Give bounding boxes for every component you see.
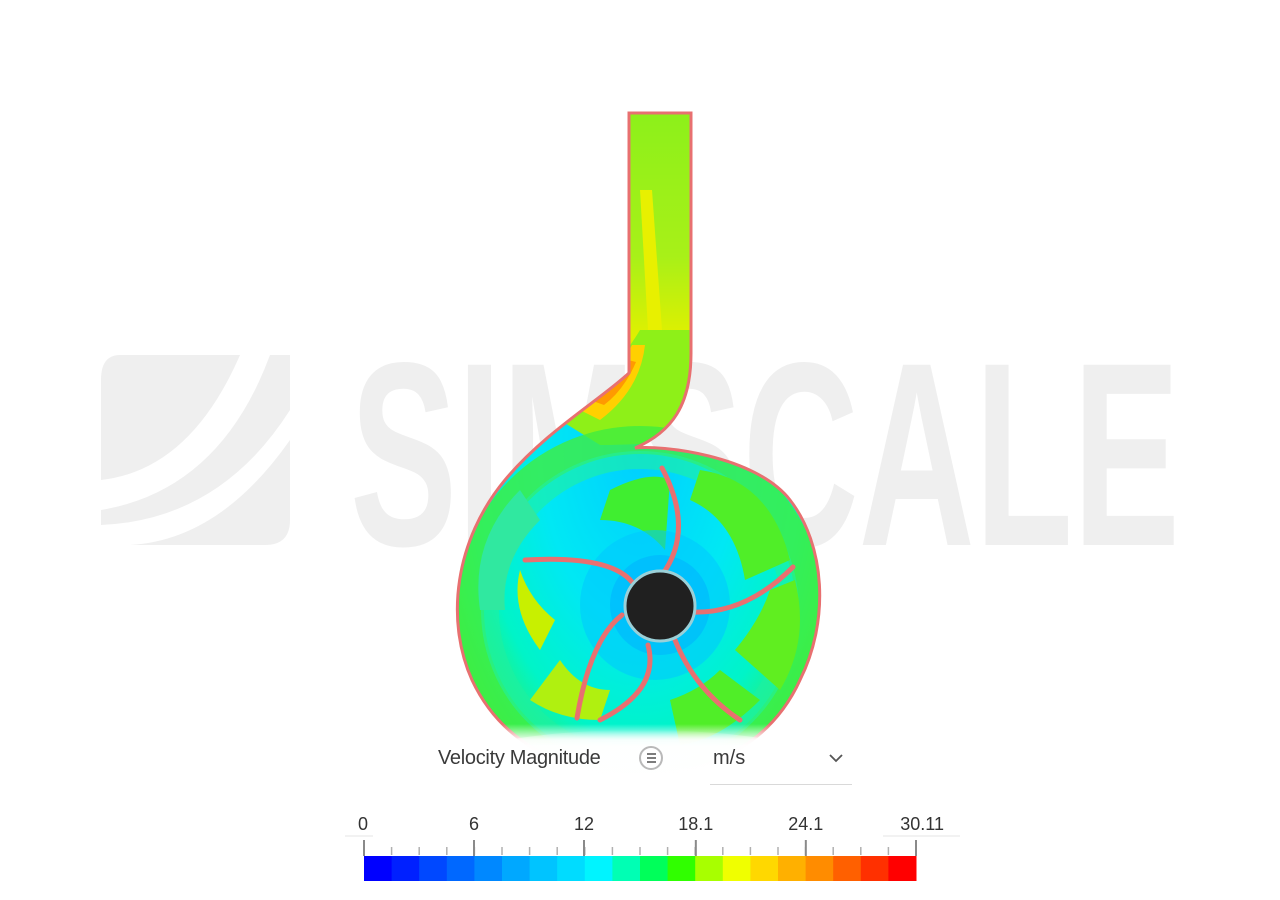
colorbar-swatch [474,856,503,881]
unit-select-value: m/s [713,747,746,769]
colorbar-swatch [888,856,917,881]
colorbar-swatch [805,856,834,881]
colorbar-tick-label: 30.11 [900,814,944,834]
colorbar: 0 6 12 18.1 24.1 30.11 [345,810,965,890]
colorbar-swatch [833,856,862,881]
colorbar-swatch [640,856,669,881]
colorbar-swatch [529,856,558,881]
chevron-down-icon [829,754,843,763]
colorbar-swatch [612,856,641,881]
colorbar-swatch [502,856,531,881]
colorbar-swatch [667,856,696,881]
colorbar-graphic [345,835,960,881]
colorbar-swatch [446,856,475,881]
colorbar-tick-label: 12 [573,814,594,834]
colorbar-swatch [860,856,889,881]
watermark-logo [101,355,290,545]
colorbar-swatch [419,856,448,881]
colorbar-tick-label: 24.1 [788,814,824,834]
colorbar-swatch [391,856,420,881]
unit-select[interactable]: m/s [710,744,852,785]
colorbar-swatch [778,856,807,881]
result-legend-header: Velocity Magnitude m/s [438,744,858,786]
colorbar-tick-label: 18.1 [678,814,714,834]
colorbar-swatch [750,856,779,881]
colorbar-swatch [557,856,586,881]
result-quantity-label: Velocity Magnitude [438,747,601,769]
colorbar-swatch [695,856,724,881]
colorbar-swatch [722,856,751,881]
list-menu-icon [646,753,656,763]
colorbar-swatch [364,856,393,881]
legend-menu-button[interactable] [639,746,663,770]
colorbar-tick-label: 6 [468,814,479,834]
colorbar-swatch [584,856,613,881]
colorbar-tick-label: 0 [358,814,369,834]
impeller-hub [623,569,697,643]
